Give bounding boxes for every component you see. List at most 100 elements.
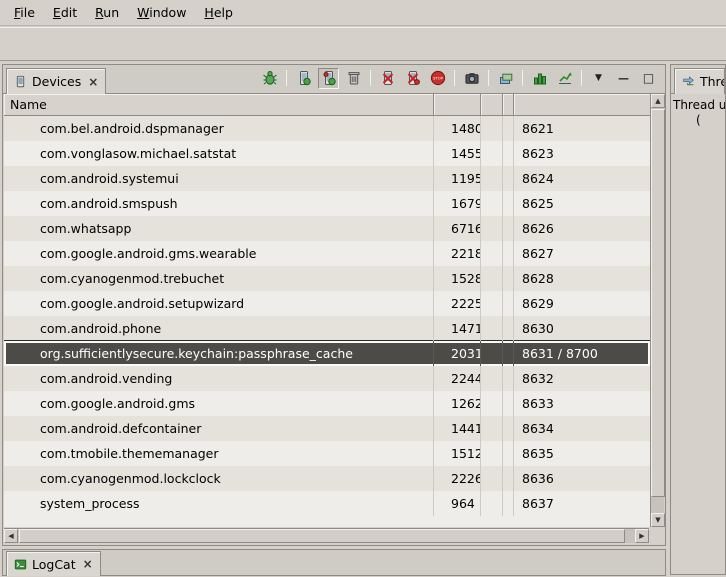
close-icon[interactable]: × <box>83 557 93 571</box>
scroll-up-icon[interactable]: ▲ <box>651 94 665 108</box>
eclipse-ddms-window: File Edit Run Window Help Devices × <box>0 0 726 577</box>
table-row[interactable]: com.tmobile.thememanager15128635 <box>4 441 650 466</box>
menu-run[interactable]: Run <box>87 2 127 23</box>
method-profiling-icon[interactable] <box>402 68 423 89</box>
table-row[interactable]: com.google.android.gms126238633 <box>4 391 650 416</box>
tab-devices[interactable]: Devices × <box>6 68 106 94</box>
cell-pid: 6716 <box>434 216 481 241</box>
table-row[interactable]: com.whatsapp67168626 <box>4 216 650 241</box>
minimize-icon[interactable]: — <box>613 68 634 89</box>
table-header: Name <box>4 94 650 116</box>
cell-empty <box>503 466 514 491</box>
cell-empty <box>503 366 514 391</box>
cell-port: 8635 <box>514 441 650 466</box>
logcat-icon <box>14 558 27 571</box>
cell-port: 8637 <box>514 491 650 516</box>
allocation-tracker-icon[interactable] <box>554 68 575 89</box>
cell-pid: 1528 <box>434 266 481 291</box>
threads-tabbar: Threads <box>671 65 725 94</box>
update-heap-icon[interactable] <box>293 68 314 89</box>
cell-name: com.android.phone <box>4 316 434 341</box>
cell-port: 8626 <box>514 216 650 241</box>
debug-process-icon[interactable] <box>259 68 280 89</box>
menu-bar: File Edit Run Window Help <box>0 0 726 26</box>
scroll-right-icon[interactable]: ▶ <box>635 529 649 543</box>
cell-pid: 12623 <box>434 391 481 416</box>
table-row[interactable]: com.google.android.setupwizard222508629 <box>4 291 650 316</box>
table-row-selected[interactable]: org.sufficientlysecure.keychain:passphra… <box>4 341 650 366</box>
cell-name: system_process <box>4 491 434 516</box>
cell-port: 8628 <box>514 266 650 291</box>
table-row[interactable]: com.android.systemui11958624 <box>4 166 650 191</box>
scroll-left-icon[interactable]: ◀ <box>4 529 18 543</box>
cell-name: com.tmobile.thememanager <box>4 441 434 466</box>
stop-label: STOP <box>432 76 443 81</box>
table-row[interactable]: system_process9648637 <box>4 491 650 516</box>
menu-window-rest: indow <box>149 5 186 20</box>
menu-help-mnemonic: H <box>204 5 213 20</box>
cell-empty <box>481 391 503 416</box>
close-icon[interactable]: × <box>88 75 98 89</box>
threads-panel: Threads Thread up ( <box>670 64 726 575</box>
vertical-scrollbar[interactable]: ▲ ▼ <box>650 94 664 527</box>
cell-empty <box>503 166 514 191</box>
horizontal-scrollbar[interactable]: ◀ ▶ <box>4 528 649 543</box>
table-row[interactable]: com.android.smspush16798625 <box>4 191 650 216</box>
cell-pid: 22185 <box>434 241 481 266</box>
cell-pid: 14553 <box>434 141 481 166</box>
cell-port: 8630 <box>514 316 650 341</box>
menu-edit-mnemonic: E <box>53 5 61 20</box>
table-row[interactable]: com.bel.android.dspmanager14808621 <box>4 116 650 141</box>
hierarchy-view-icon[interactable] <box>495 68 516 89</box>
update-threads-icon[interactable] <box>377 68 398 89</box>
process-table: com.bel.android.dspmanager14808621 com.v… <box>4 116 650 527</box>
device-icon <box>14 75 27 88</box>
vertical-scroll-thumb[interactable] <box>651 109 665 497</box>
cell-empty <box>503 191 514 216</box>
cell-name: com.bel.android.dspmanager <box>4 116 434 141</box>
screen-capture-icon[interactable] <box>461 68 482 89</box>
cell-port: 8624 <box>514 166 650 191</box>
column-header-blank <box>481 94 503 116</box>
tab-threads[interactable]: Threads <box>674 68 725 94</box>
cell-empty <box>503 116 514 141</box>
table-row[interactable]: com.google.android.gms.wearable221858627 <box>4 241 650 266</box>
cause-gc-icon[interactable] <box>343 68 364 89</box>
table-row[interactable]: com.android.defcontainer144118634 <box>4 416 650 441</box>
devices-toolbar: STOP ▼ — □ <box>259 68 665 89</box>
cell-name: com.vonglasow.michael.satstat <box>4 141 434 166</box>
column-header-name[interactable]: Name <box>4 94 434 116</box>
minimize-glyph: — <box>618 73 629 84</box>
view-menu-icon[interactable]: ▼ <box>588 68 609 89</box>
cell-pid: 22250 <box>434 291 481 316</box>
horizontal-scroll-thumb[interactable] <box>19 529 625 543</box>
cell-pid: 1195 <box>434 166 481 191</box>
cell-empty <box>503 391 514 416</box>
table-row[interactable]: com.android.vending224408632 <box>4 366 650 391</box>
stop-process-icon[interactable]: STOP <box>427 68 448 89</box>
cell-port: 8633 <box>514 391 650 416</box>
scroll-down-icon[interactable]: ▼ <box>651 513 665 527</box>
maximize-icon[interactable]: □ <box>638 68 659 89</box>
cell-empty <box>481 441 503 466</box>
table-row[interactable]: com.cyanogenmod.lockclock222658636 <box>4 466 650 491</box>
cell-empty <box>481 166 503 191</box>
cell-empty <box>503 441 514 466</box>
cell-empty <box>503 266 514 291</box>
table-row[interactable]: com.vonglasow.michael.satstat145538623 <box>4 141 650 166</box>
cell-empty <box>503 241 514 266</box>
dump-hprof-icon[interactable] <box>318 68 339 89</box>
heap-updates-icon[interactable] <box>529 68 550 89</box>
menu-file[interactable]: File <box>6 2 43 23</box>
menu-edit[interactable]: Edit <box>45 2 85 23</box>
table-row[interactable]: com.cyanogenmod.trebuchet15288628 <box>4 266 650 291</box>
column-header-port <box>514 94 650 116</box>
menu-help[interactable]: Help <box>196 2 241 23</box>
cell-empty <box>481 316 503 341</box>
cell-pid: 1679 <box>434 191 481 216</box>
table-row[interactable]: com.android.phone14718630 <box>4 316 650 341</box>
cell-empty <box>503 491 514 516</box>
menu-window[interactable]: Window <box>129 2 194 23</box>
tab-logcat[interactable]: LogCat × <box>6 551 101 576</box>
cell-empty <box>503 341 514 366</box>
